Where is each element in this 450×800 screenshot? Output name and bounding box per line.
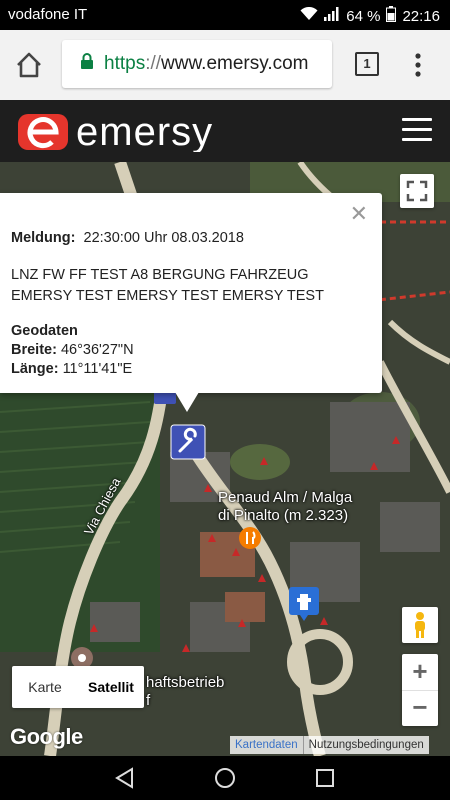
status-bar: vodafone IT 64 % 22:16 — [0, 0, 450, 30]
wifi-icon — [300, 6, 318, 25]
carrier-label: vodafone IT — [8, 6, 88, 23]
zoom-out-button[interactable]: − — [402, 690, 438, 726]
home-icon[interactable] — [14, 50, 44, 80]
info-window: ✕ Meldung: 22:30:00 Uhr 08.03.2018 LNZ F… — [0, 193, 382, 393]
zoom-control: + − — [402, 654, 438, 726]
home-circle-icon[interactable] — [214, 767, 236, 789]
breite-value: 46°36'27"N — [60, 342, 134, 358]
url-separator: :// — [145, 53, 162, 74]
map-type-karte-button[interactable]: Karte — [12, 666, 78, 708]
geodata-section: Geodaten Breite: 46°36'27"N Länge: 11°11… — [11, 322, 134, 379]
geodata-title: Geodaten — [11, 323, 78, 339]
hydrant-marker-icon[interactable] — [288, 586, 320, 622]
zoom-in-button[interactable]: + — [402, 654, 438, 691]
breite-label: Breite: — [11, 342, 57, 358]
map-data-link[interactable]: Kartendaten — [230, 736, 303, 754]
emersy-logo[interactable]: emersy — [18, 110, 248, 154]
clock: 22:16 — [402, 7, 440, 25]
hamburger-menu-icon[interactable] — [402, 118, 432, 142]
status-right: 64 % 22:16 — [300, 6, 440, 26]
browser-toolbar: https://www.emersy.com 1 — [0, 30, 450, 100]
map-type-control: Karte Satellit — [12, 666, 144, 708]
laenge-value: 11°11'41"E — [62, 361, 133, 377]
url-bar[interactable]: https://www.emersy.com — [62, 40, 332, 88]
url-scheme: https — [104, 53, 146, 74]
back-icon[interactable] — [114, 767, 136, 789]
terms-link[interactable]: Nutzungsbedingungen — [302, 736, 429, 754]
pegman-street-view-icon[interactable] — [402, 607, 438, 643]
info-window-pointer — [175, 392, 199, 412]
recents-icon[interactable] — [315, 768, 335, 788]
google-logo: Google — [10, 724, 83, 749]
map-attribution: Kartendaten Nutzungsbedingungen — [230, 736, 429, 754]
partial-label-betrieb: haftsbetrieb — [146, 674, 225, 691]
signal-icon — [324, 7, 340, 25]
meldung-value: 22:30:00 Uhr 08.03.2018 — [83, 230, 244, 246]
battery-text: 64 % — [346, 7, 381, 25]
close-icon[interactable]: ✕ — [350, 201, 368, 227]
overflow-menu-icon[interactable] — [414, 52, 422, 78]
url-host: www.emersy.com — [161, 53, 309, 74]
laenge-label: Länge: — [11, 361, 59, 377]
restaurant-poi-icon[interactable] — [238, 526, 262, 550]
poi-label-penaud-alm: Penaud Alm / Malga di Pinalto (m 2.323) — [218, 489, 353, 524]
partial-label-f: f — [146, 692, 151, 709]
logo-text: emersy — [76, 112, 213, 152]
map-type-satellit-button[interactable]: Satellit — [78, 666, 144, 708]
battery-icon — [386, 6, 397, 26]
lock-icon — [80, 53, 94, 75]
tab-switcher-button[interactable]: 1 — [355, 52, 379, 76]
site-header: emersy — [0, 100, 450, 162]
meldung-label: Meldung: — [11, 230, 76, 246]
message-text: LNZ FW FF TEST A8 BERGUNG FAHRZEUG EMERS… — [11, 267, 324, 304]
incident-marker-wrench-icon[interactable] — [170, 424, 206, 460]
fullscreen-icon[interactable] — [400, 174, 434, 208]
android-nav-bar — [0, 756, 450, 800]
meldung-row: Meldung: 22:30:00 Uhr 08.03.2018 — [11, 230, 244, 246]
